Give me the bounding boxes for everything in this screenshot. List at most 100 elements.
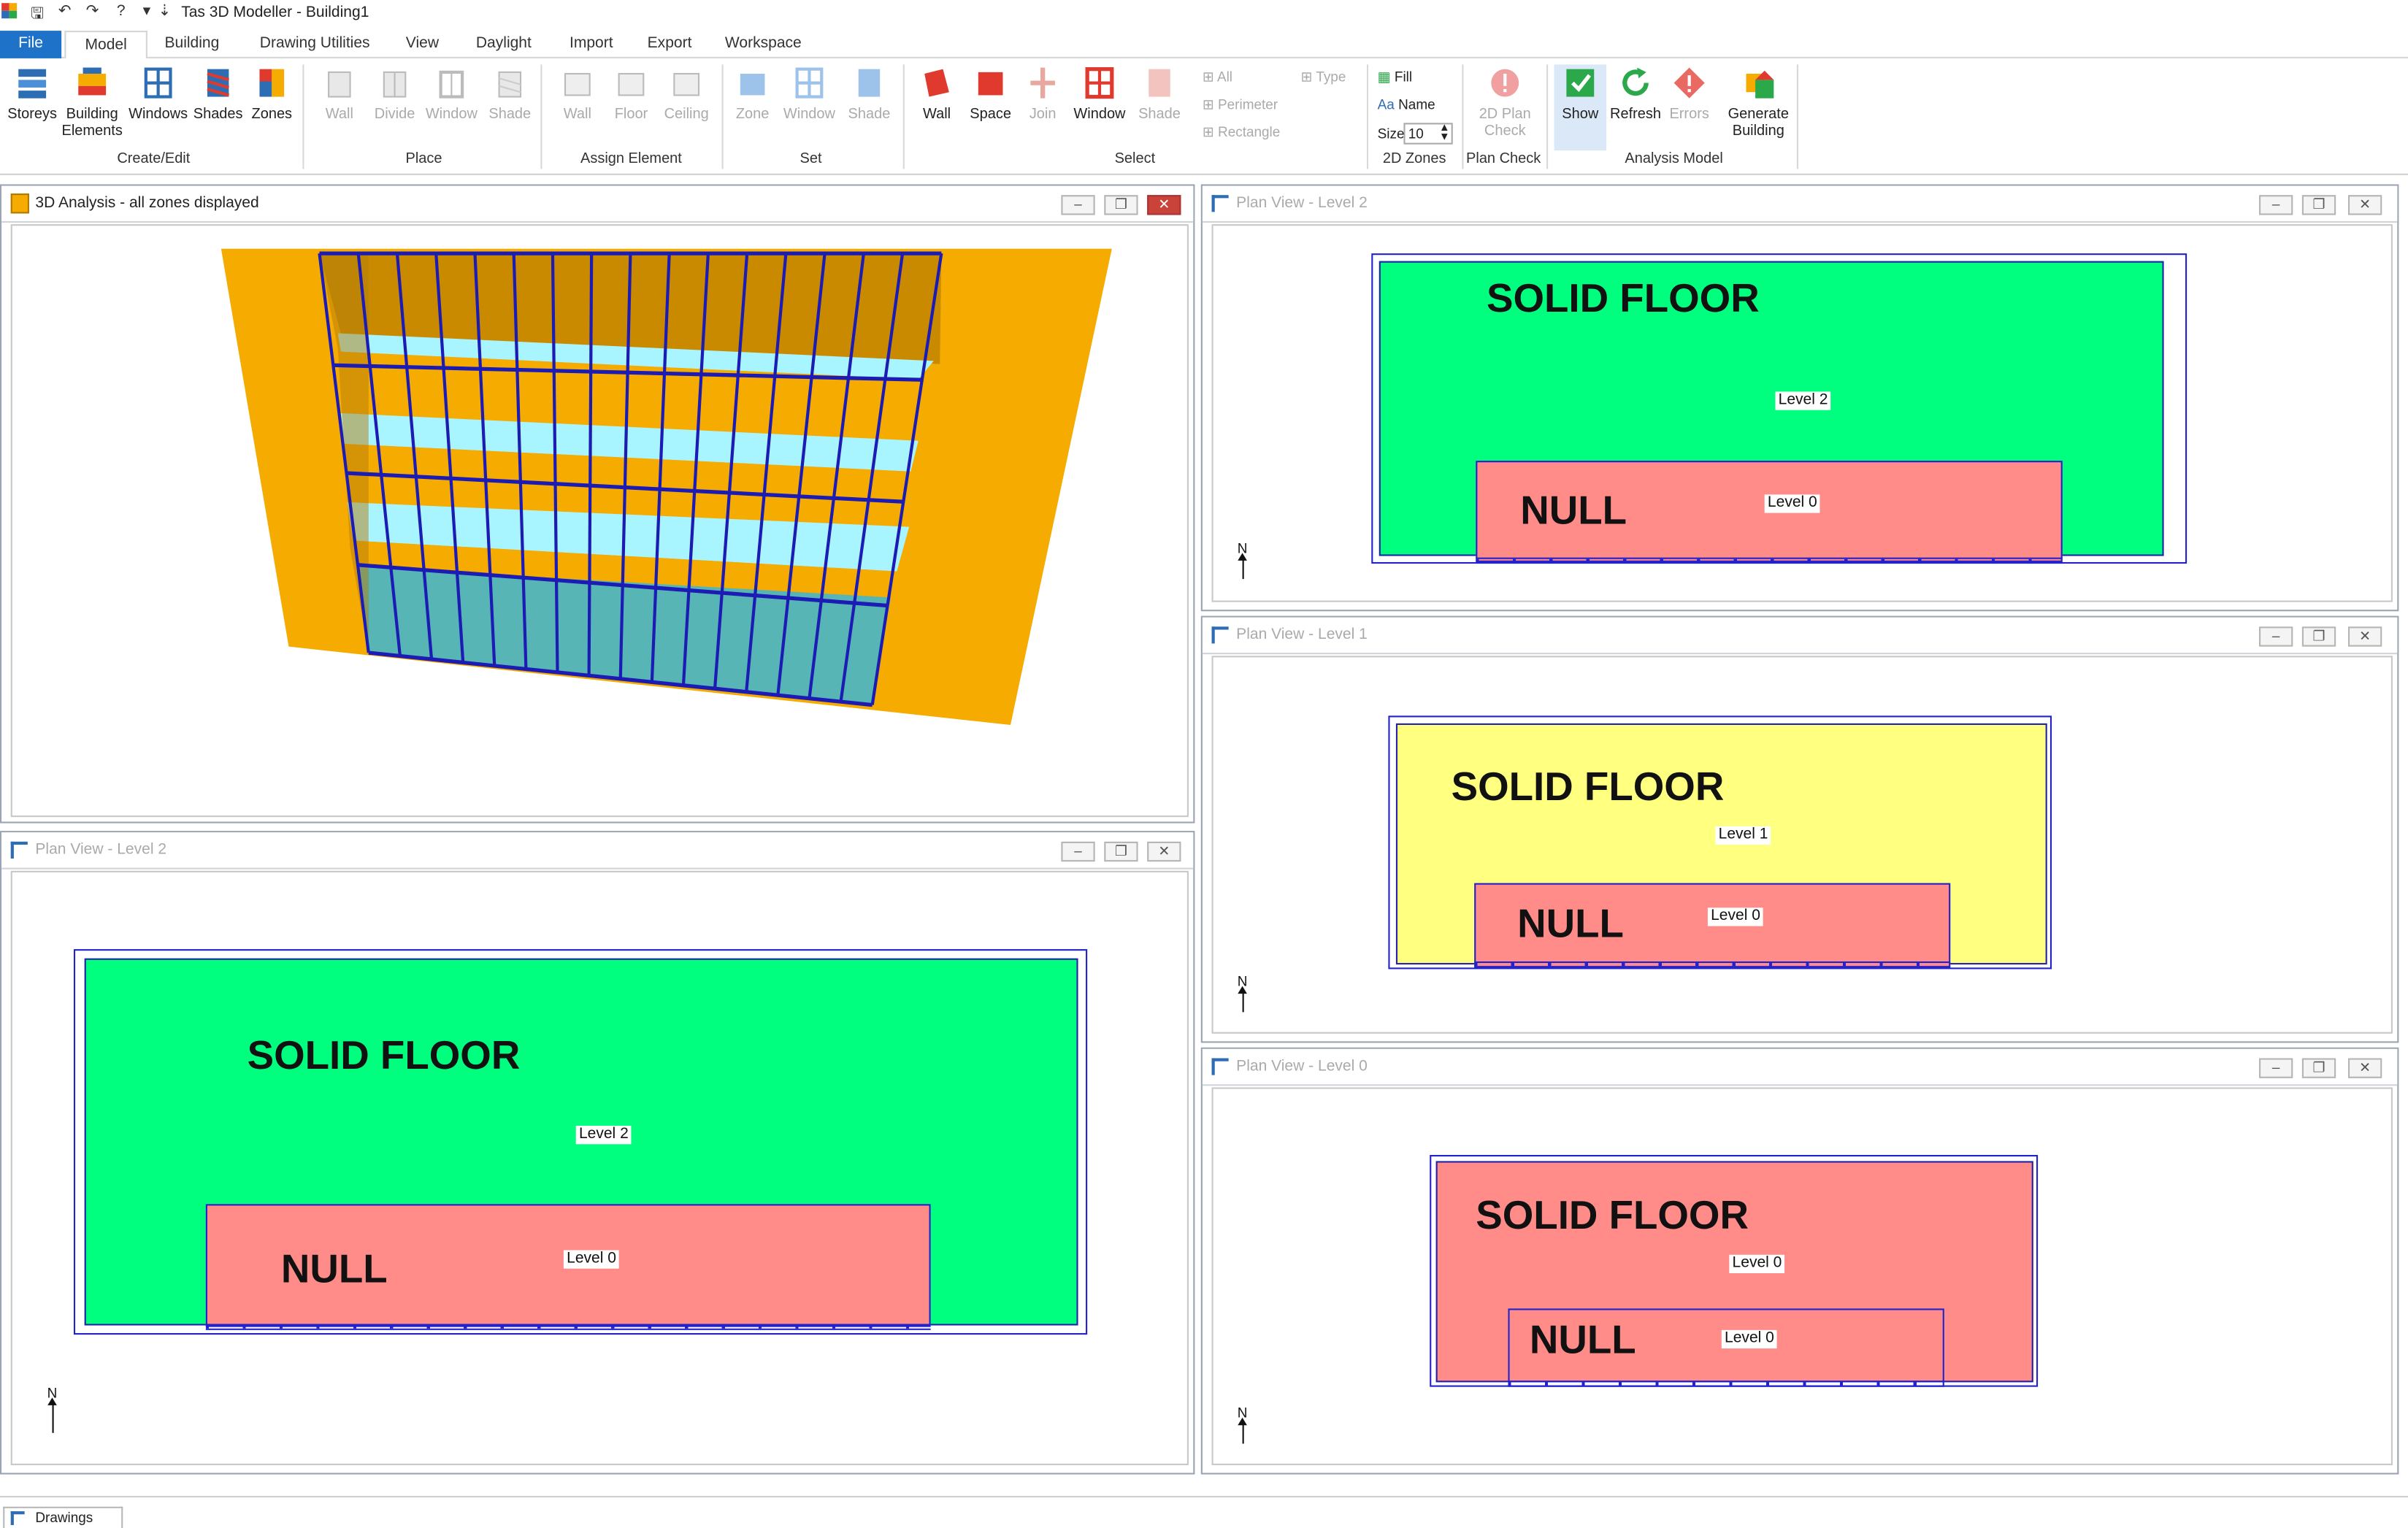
group-analysis-model: Analysis Model: [1625, 150, 1723, 168]
select-perimeter-button[interactable]: ⊞ Perimeter: [1203, 97, 1278, 114]
zone-level-label: Level 2: [1775, 391, 1831, 410]
window-markers: [1508, 1381, 1944, 1387]
zones-button[interactable]: Zones: [248, 64, 296, 123]
close-button[interactable]: ✕: [2347, 626, 2382, 647]
separator: [1546, 64, 1549, 169]
tab-view[interactable]: View: [396, 31, 449, 58]
plan-canvas[interactable]: SOLID FLOOR Level 1 NULL Level 0 N: [1211, 656, 2393, 1034]
help-icon[interactable]: ?: [117, 3, 126, 20]
tab-import[interactable]: Import: [558, 31, 626, 58]
set-zone-icon: [735, 64, 769, 101]
storeys-button[interactable]: Storeys: [6, 64, 58, 123]
close-button[interactable]: ✕: [1147, 841, 1181, 862]
assign-wall-button[interactable]: Wall: [551, 64, 604, 123]
tab-model[interactable]: Model: [64, 31, 147, 61]
tab-workspace[interactable]: Workspace: [718, 31, 808, 58]
plan-check-button[interactable]: 2D Plan Check: [1471, 64, 1539, 139]
place-shade-button[interactable]: Shade: [484, 64, 537, 123]
tab-daylight[interactable]: Daylight: [465, 31, 542, 58]
zone-level-label: Level 0: [1764, 494, 1820, 513]
select-window-button[interactable]: Window: [1069, 64, 1130, 123]
select-all-button[interactable]: ⊞ All: [1203, 69, 1232, 86]
fill-toggle[interactable]: ▦ Fill: [1378, 69, 1412, 86]
tab-building[interactable]: Building: [153, 31, 230, 58]
minimize-button[interactable]: –: [2258, 1058, 2293, 1078]
set-zone-button[interactable]: Zone: [728, 64, 777, 123]
place-divide-button[interactable]: Divide: [369, 64, 421, 123]
close-button[interactable]: ✕: [2347, 195, 2382, 215]
assign-wall-icon: [561, 64, 594, 101]
place-window-button[interactable]: Window: [422, 64, 480, 123]
select-rectangle-button[interactable]: ⊞ Rectangle: [1203, 124, 1280, 141]
minimize-button[interactable]: –: [1061, 841, 1095, 862]
3d-cube-icon: [10, 193, 29, 214]
building-elements-button[interactable]: Building Elements: [61, 64, 123, 139]
close-button[interactable]: ✕: [2347, 1058, 2382, 1078]
select-join-button[interactable]: Join: [1020, 64, 1066, 123]
restore-button[interactable]: ❐: [2301, 626, 2336, 647]
building-elements-icon: [75, 64, 109, 101]
panel-plan-view-level-1[interactable]: Plan View - Level 1 – ❐ ✕ SOLID FLOOR Le…: [1200, 615, 2399, 1043]
tab-export[interactable]: Export: [639, 31, 700, 58]
north-arrow-icon: [1237, 553, 1246, 580]
select-wall-button[interactable]: Wall: [912, 64, 961, 123]
panel-plan-view-level-0[interactable]: Plan View - Level 0 – ❐ ✕ SOLID FLOOR Le…: [1200, 1047, 2399, 1475]
plan-canvas[interactable]: SOLID FLOOR Level 2 NULL Level 0 N: [1211, 224, 2393, 602]
zone-name-null: NULL: [1529, 1316, 1636, 1363]
windows-icon: [142, 64, 175, 101]
qa-dropdown-icon[interactable]: ▾: [143, 3, 151, 20]
app-logo-icon: [1, 3, 18, 21]
minimize-button[interactable]: –: [2258, 195, 2293, 215]
tab-drawing-utilities[interactable]: Drawing Utilities: [249, 31, 381, 58]
errors-button[interactable]: Errors: [1665, 64, 1714, 123]
windows-button[interactable]: Windows: [126, 64, 190, 123]
spinner-arrows-icon[interactable]: ▲ ▼: [1439, 123, 1450, 142]
minimize-button[interactable]: –: [1061, 195, 1095, 215]
redo-icon[interactable]: ↷: [86, 3, 99, 20]
3d-building-model: [221, 248, 1112, 725]
north-arrow: N: [1233, 541, 1251, 580]
place-wall-button[interactable]: Wall: [313, 64, 366, 123]
customize-icon[interactable]: ⇣: [158, 3, 172, 20]
panel-title-bar: 3D Analysis - all zones displayed – ❐ ✕: [1, 185, 1194, 223]
separator: [1796, 64, 1798, 169]
close-button[interactable]: ✕: [1147, 195, 1181, 215]
generate-building-button[interactable]: Generate Building: [1723, 64, 1794, 139]
set-window-button[interactable]: Window: [778, 64, 840, 123]
undo-icon[interactable]: ↶: [58, 3, 72, 20]
panel-plan-view-level-2-left[interactable]: Plan View - Level 2 – ❐ ✕ SOLID FLOOR Le…: [0, 831, 1195, 1475]
group-2d-zones: 2D Zones: [1382, 150, 1446, 168]
plan-canvas[interactable]: SOLID FLOOR Level 2 NULL Level 0 N: [10, 870, 1189, 1465]
set-shade-button[interactable]: Shade: [843, 64, 896, 123]
show-button[interactable]: Show: [1554, 64, 1607, 151]
restore-button[interactable]: ❐: [2301, 1058, 2336, 1078]
tab-file[interactable]: File: [0, 31, 62, 58]
shades-button[interactable]: Shades: [192, 64, 245, 123]
minimize-button[interactable]: –: [2258, 626, 2293, 647]
save-icon[interactable]: 🖫: [31, 3, 44, 29]
3d-viewport[interactable]: [10, 224, 1189, 818]
zone-level-label: Level 0: [1707, 907, 1764, 926]
refresh-button[interactable]: Refresh: [1608, 64, 1663, 123]
assign-floor-button[interactable]: Floor: [605, 64, 658, 123]
restore-button[interactable]: ❐: [1104, 841, 1138, 862]
panel-3d-analysis[interactable]: 3D Analysis - all zones displayed – ❐ ✕: [0, 184, 1195, 823]
size-spinner[interactable]: 10 ▲ ▼: [1403, 123, 1453, 145]
zone-level-label: Level 1: [1715, 826, 1771, 845]
panel-plan-view-level-2-right[interactable]: Plan View - Level 2 – ❐ ✕ SOLID FLOOR Le…: [1200, 184, 2399, 612]
select-type-button[interactable]: ⊞ Type: [1301, 69, 1346, 86]
separator: [540, 64, 542, 169]
title-bar: 🖫 ↶ ↷ ? ▾ ⇣ Tas 3D Modeller - Building1: [0, 0, 2408, 28]
shade-icon: [493, 64, 526, 101]
panel-title-bar: Plan View - Level 2 – ❐ ✕: [1202, 185, 2398, 223]
name-toggle[interactable]: Aa Name: [1378, 97, 1435, 112]
select-shade-button[interactable]: Shade: [1133, 64, 1186, 123]
panel-title-bar: Plan View - Level 2 – ❐ ✕: [1, 832, 1194, 869]
plan-canvas[interactable]: SOLID FLOOR Level 0 NULL Level 0 N: [1211, 1087, 2393, 1465]
zone-level-label: Level 0: [1721, 1329, 1778, 1349]
select-space-button[interactable]: Space: [965, 64, 1017, 123]
restore-button[interactable]: ❐: [1104, 195, 1138, 215]
restore-button[interactable]: ❐: [2301, 195, 2336, 215]
separator: [1366, 64, 1369, 169]
assign-ceiling-button[interactable]: Ceiling: [657, 64, 716, 123]
